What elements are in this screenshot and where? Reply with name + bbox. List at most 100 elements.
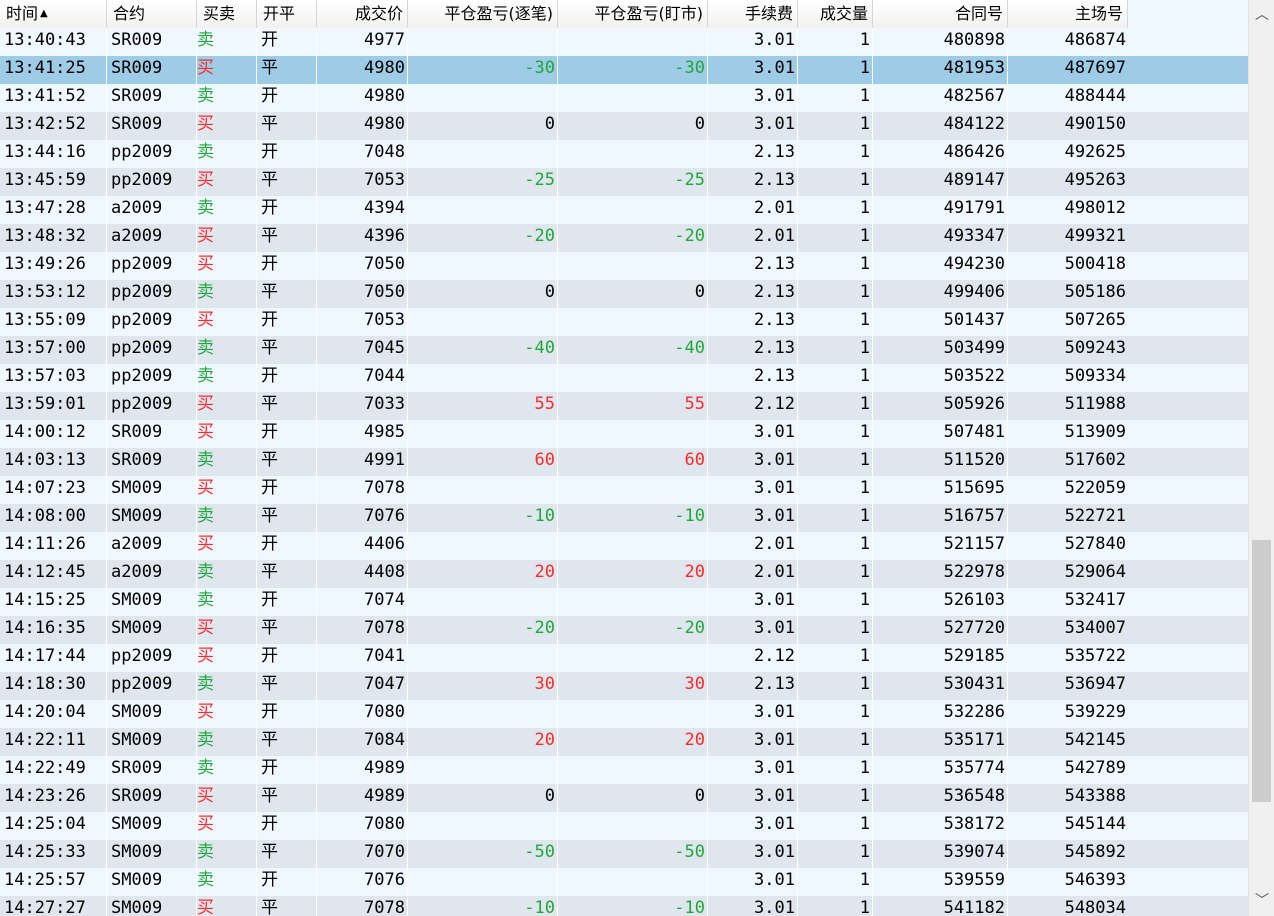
table-row[interactable]: 14:17:44 pp2009 买开 7041 2.12 1 529185 535722 [0,644,1248,672]
cell-pnl_trade: -20 [408,616,558,644]
cell-pnl_mark: -40 [558,336,708,364]
cell-oc: 开 [257,700,317,728]
table-row[interactable]: 14:11:26 a2009 买开 4406 2.01 1 521157 527840 [0,532,1248,560]
table-row[interactable]: 14:15:25 SM009 卖开 7074 3.01 1 526103 532417 [0,588,1248,616]
cell-pnl_trade: -10 [408,896,558,916]
cell-pnl_trade [408,868,558,896]
scroll-down-icon[interactable]: ﹀ [1249,886,1274,916]
table-row[interactable]: 13:55:09 pp2009 买开 7053 2.13 1 501437 507265 [0,308,1248,336]
table-row[interactable]: 14:25:04 SM009 买开 7080 3.01 1 538172 545144 [0,812,1248,840]
cell-dir: 买 [197,252,257,280]
cell-oc: 开 [257,28,317,56]
cell-oc: 平 [257,112,317,140]
column-header-contract_no[interactable]: 合同号 [873,0,1008,28]
sort-ascending-icon: ▲ [40,8,48,19]
cell-fee: 3.01 [708,700,798,728]
cell-oc: 平 [257,448,317,476]
cell-oc: 平 [257,168,317,196]
cell-pnl_mark [558,700,708,728]
table-row[interactable]: 14:03:13 SR009 卖平 4991 60 60 3.01 1 511520 517602 [0,448,1248,476]
cell-price: 4406 [317,532,408,560]
cell-main_no: 529064 [1064,562,1126,582]
cell-price: 7044 [317,364,408,392]
table-row[interactable]: 14:16:35 SM009 买平 7078 -20 -20 3.01 1 527720 5340… [0,616,1248,644]
table-row[interactable]: 14:25:57 SM009 卖开 7076 3.01 1 539559 546393 [0,868,1248,896]
table-row[interactable]: 13:44:16 pp2009 卖开 7048 2.13 1 486426 492625 [0,140,1248,168]
table-row[interactable]: 14:27:27 SM009 买平 7078 -10 -10 3.01 1 541182 5480… [0,896,1248,916]
table-row[interactable]: 13:41:25 SR009 买平 4980 -30 -30 3.01 1 481953 4876… [0,56,1248,84]
cell-time: 14:25:33 [0,840,107,868]
cell-pnl_trade: -10 [408,504,558,532]
vertical-scrollbar[interactable]: ︿ ﹀ [1248,0,1274,916]
cell-main_no: 505186 [1064,282,1126,302]
table-row[interactable]: 14:20:04 SM009 买开 7080 3.01 1 532286 539229 [0,700,1248,728]
cell-pnl_mark: -20 [558,224,708,252]
table-row[interactable]: 14:07:23 SM009 买开 7078 3.01 1 515695 522059 [0,476,1248,504]
table-row[interactable]: 13:42:52 SR009 买平 4980 0 0 3.01 1 484122 490150 [0,112,1248,140]
column-header-fee[interactable]: 手续费 [708,0,798,28]
column-header-pnl_mark[interactable]: 平仓盈亏(盯市) [558,0,708,28]
cell-pnl_mark [558,420,708,448]
cell-contract: SR009 [107,56,197,84]
cell-fee: 2.13 [708,252,798,280]
cell-dir: 买 [197,896,257,916]
table-row[interactable]: 14:00:12 SR009 买开 4985 3.01 1 507481 513909 [0,420,1248,448]
cell-dir: 卖 [197,868,257,896]
table-row[interactable]: 13:47:28 a2009 卖开 4394 2.01 1 491791 498012 [0,196,1248,224]
cell-pnl_mark [558,532,708,560]
cell-pnl_trade: 30 [408,672,558,700]
column-header-oc[interactable]: 开平 [257,0,317,28]
table-row[interactable]: 13:59:01 pp2009 买平 7033 55 55 2.12 1 505926 51198… [0,392,1248,420]
cell-price: 7078 [317,616,408,644]
table-row[interactable]: 13:49:26 pp2009 买开 7050 2.13 1 494230 500418 [0,252,1248,280]
table-row[interactable]: 13:48:32 a2009 买平 4396 -20 -20 2.01 1 493347 4993… [0,224,1248,252]
column-header-qty[interactable]: 成交量 [798,0,873,28]
column-header-label: 手续费 [744,4,793,23]
scroll-up-icon[interactable]: ︿ [1249,0,1274,30]
table-row[interactable]: 13:45:59 pp2009 买平 7053 -25 -25 2.13 1 489147 495… [0,168,1248,196]
cell-price: 7074 [317,588,408,616]
cell-fee: 3.01 [708,756,798,784]
scrollbar-thumb[interactable] [1252,540,1271,802]
table-row[interactable]: 14:12:45 a2009 卖平 4408 20 20 2.01 1 522978 529064 [0,560,1248,588]
column-header-time[interactable]: 时间 ▲ [0,0,107,28]
cell-qty: 1 [798,700,873,728]
table-row[interactable]: 14:22:49 SR009 卖开 4989 3.01 1 535774 542789 [0,756,1248,784]
table-row[interactable]: 13:53:12 pp2009 卖平 7050 0 0 2.13 1 499406 505186 [0,280,1248,308]
table-row[interactable]: 13:41:52 SR009 卖开 4980 3.01 1 482567 488444 [0,84,1248,112]
cell-main_no: 488444 [1064,86,1126,106]
grid-body: 13:40:43 SR009 卖开 4977 3.01 1 480898 486874 13:4… [0,28,1248,916]
table-row[interactable]: 13:40:43 SR009 卖开 4977 3.01 1 480898 486874 [0,28,1248,56]
cell-qty: 1 [798,504,873,532]
table-row[interactable]: 13:57:03 pp2009 卖开 7044 2.13 1 503522 509334 [0,364,1248,392]
column-header-pnl_trade[interactable]: 平仓盈亏(逐笔) [408,0,558,28]
cell-pnl_mark: 0 [558,784,708,812]
cell-contract_no: 521157 [873,532,1008,560]
table-row[interactable]: 14:23:26 SR009 买平 4989 0 0 3.01 1 536548 543388 [0,784,1248,812]
cell-price: 4396 [317,224,408,252]
column-header-dir[interactable]: 买卖 [197,0,257,28]
cell-pnl_trade [408,700,558,728]
cell-qty: 1 [798,28,873,56]
cell-fee: 2.01 [708,560,798,588]
column-header-price[interactable]: 成交价 [317,0,408,28]
cell-contract_no: 522978 [873,560,1008,588]
cell-contract: pp2009 [107,252,197,280]
table-row[interactable]: 13:57:00 pp2009 卖平 7045 -40 -40 2.13 1 503499 509… [0,336,1248,364]
table-row[interactable]: 14:18:30 pp2009 卖平 7047 30 30 2.13 1 530431 53694… [0,672,1248,700]
cell-pnl_mark [558,196,708,224]
column-header-main_no[interactable]: 主场号 [1008,0,1128,28]
cell-contract_no: 503522 [873,364,1008,392]
cell-qty: 1 [798,644,873,672]
cell-price: 7045 [317,336,408,364]
table-row[interactable]: 14:22:11 SM009 卖平 7084 20 20 3.01 1 535171 542145 [0,728,1248,756]
table-row[interactable]: 14:08:00 SM009 卖平 7076 -10 -10 3.01 1 516757 5227… [0,504,1248,532]
cell-oc: 开 [257,84,317,112]
cell-oc: 开 [257,476,317,504]
cell-qty: 1 [798,532,873,560]
cell-oc: 平 [257,504,317,532]
cell-pnl_trade: 0 [408,280,558,308]
cell-time: 13:42:52 [0,112,107,140]
column-header-contract[interactable]: 合约 [107,0,197,28]
table-row[interactable]: 14:25:33 SM009 卖平 7070 -50 -50 3.01 1 539074 5458… [0,840,1248,868]
